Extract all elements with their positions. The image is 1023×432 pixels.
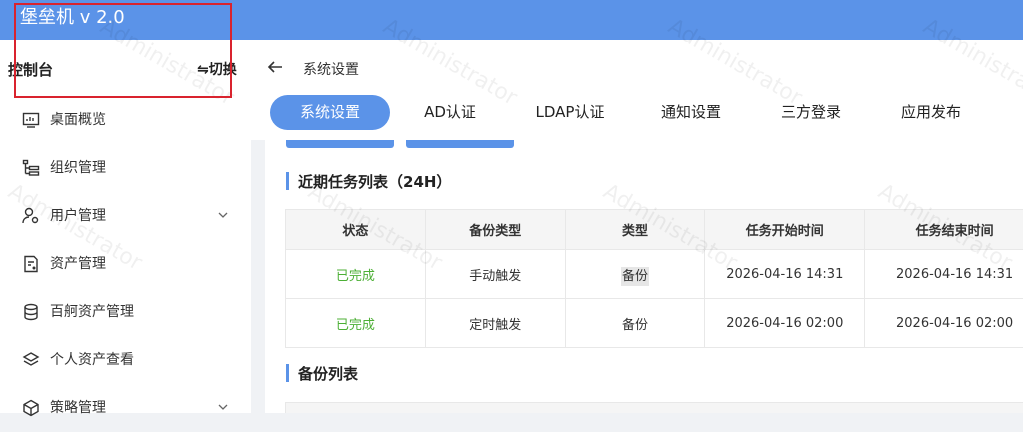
sidebar-item-users[interactable]: 用户管理 [0, 192, 251, 240]
settings-tabs: 系统设置 AD认证 LDAP认证 通知设置 三方登录 应用发布 [251, 95, 1023, 140]
org-tree-icon [22, 159, 40, 177]
sidebar-item-org[interactable]: 组织管理 [0, 144, 251, 192]
column-header: 类型 [565, 210, 705, 250]
status-cell: 已完成 [286, 250, 426, 299]
back-arrow-icon[interactable] [265, 59, 285, 75]
main-panel: 系统设置 系统设置 AD认证 LDAP认证 通知设置 三方登录 应用发布 近期任… [251, 40, 1023, 413]
column-header: 任务结束时间 [865, 210, 1023, 250]
action-button[interactable] [406, 140, 514, 148]
backup-type-cell: 手动触发 [425, 250, 565, 299]
console-row: 控制台 ⇋切换 [0, 40, 251, 96]
type-value: 备份 [621, 267, 649, 286]
dashboard-icon [22, 111, 40, 129]
type-cell: 备份 [565, 250, 705, 299]
sidebar-item-assets[interactable]: 资产管理 [0, 240, 251, 288]
content-card: 近期任务列表（24H） 状态 备份类型 类型 任务开始时间 任务结束时间 已完成… [265, 140, 1023, 413]
tab-app-publish[interactable]: 应用发布 [886, 95, 976, 130]
backup-list-title: 备份列表 [298, 363, 358, 384]
start-time-cell: 2026-04-16 14:31 [705, 250, 865, 299]
cube-icon [22, 399, 40, 417]
sidebar-item-label: 策略管理 [50, 398, 106, 418]
switch-button[interactable]: ⇋切换 [197, 59, 237, 79]
sidebar-item-baige-assets[interactable]: 百舸资产管理 [0, 288, 251, 336]
sidebar-item-label: 百舸资产管理 [50, 302, 134, 322]
tab-ldap-auth[interactable]: LDAP认证 [521, 95, 619, 130]
column-header: 任务开始时间 [705, 210, 865, 250]
breadcrumb: 系统设置 [251, 40, 1023, 95]
column-header: 状态 [286, 210, 426, 250]
action-button[interactable] [286, 140, 394, 148]
sidebar-item-label: 用户管理 [50, 206, 106, 226]
database-icon [22, 303, 40, 321]
tab-ad-auth[interactable]: AD认证 [410, 95, 490, 130]
table-row: 已完成 手动触发 备份 2026-04-16 14:31 2026-04-16 … [286, 250, 1023, 299]
sidebar-item-policies[interactable]: 策略管理 [0, 384, 251, 432]
section-marker [286, 172, 289, 190]
breadcrumb-title: 系统设置 [303, 59, 359, 79]
backup-type-cell: 定时触发 [425, 299, 565, 348]
sidebar-item-label: 组织管理 [50, 158, 106, 178]
column-header: 备份类型 [425, 210, 565, 250]
tab-system-settings[interactable]: 系统设置 [270, 95, 390, 130]
chevron-down-icon [216, 208, 230, 222]
end-time-cell: 2026-04-16 02:00 [865, 299, 1023, 348]
console-label: 控制台 [8, 59, 53, 80]
type-cell: 备份 [565, 299, 705, 348]
table-row: 已完成 定时触发 备份 2026-04-16 02:00 2026-04-16 … [286, 299, 1023, 348]
table-header-row: 状态 备份类型 类型 任务开始时间 任务结束时间 [286, 210, 1023, 250]
layers-icon [22, 351, 40, 369]
status-cell: 已完成 [286, 299, 426, 348]
app-title: 堡垒机 v 2.0 [20, 6, 125, 30]
end-time-cell: 2026-04-16 14:31 [865, 250, 1023, 299]
sidebar-item-label: 个人资产查看 [50, 350, 134, 370]
sidebar-menu: 桌面概览 组织管理 用户管理 资产管理 百舸资产管理 个人资产查看 策略管理 [0, 96, 251, 432]
sidebar-item-label: 资产管理 [50, 254, 106, 274]
sidebar-item-label: 桌面概览 [50, 110, 106, 130]
tab-notification[interactable]: 通知设置 [646, 95, 736, 130]
start-time-cell: 2026-04-16 02:00 [705, 299, 865, 348]
sidebar-item-dashboard[interactable]: 桌面概览 [0, 96, 251, 144]
chevron-down-icon [216, 400, 230, 414]
user-settings-icon [22, 207, 40, 225]
sidebar: 控制台 ⇋切换 桌面概览 组织管理 用户管理 资产管理 百舸资产管理 个人资产查… [0, 40, 251, 413]
tab-third-party-login[interactable]: 三方登录 [766, 95, 856, 130]
section-marker [286, 364, 289, 382]
recent-tasks-table: 状态 备份类型 类型 任务开始时间 任务结束时间 已完成 手动触发 备份 202… [285, 209, 1023, 348]
backup-list-table-header [285, 402, 1023, 413]
recent-tasks-title: 近期任务列表（24H） [298, 171, 451, 192]
sidebar-item-personal-assets[interactable]: 个人资产查看 [0, 336, 251, 384]
asset-doc-icon [22, 255, 40, 273]
top-header-bar: 堡垒机 v 2.0 [0, 0, 1023, 40]
